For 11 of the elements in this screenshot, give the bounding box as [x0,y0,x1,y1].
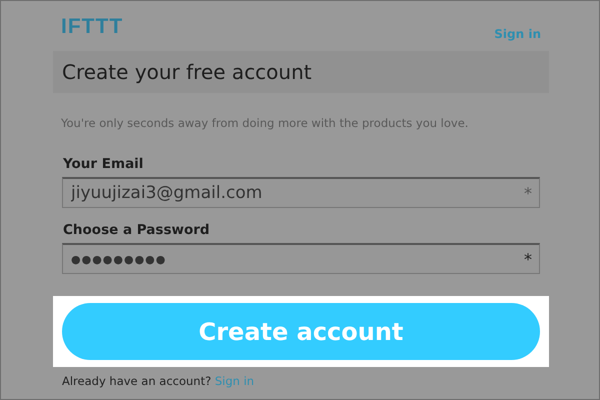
subtitle: You're only seconds away from doing more with the products you love. [61,114,470,132]
required-mark: * [524,249,532,272]
required-mark: * [524,183,532,205]
footer-text: Already have an account? Sign in [62,373,256,390]
sign-in-link[interactable]: Sign in [494,24,541,42]
create-account-button[interactable]: Create account [62,303,540,360]
sign-in-link[interactable]: Sign in [214,374,254,388]
page-heading: Create your free account [53,50,549,92]
field-label: Your Email [63,154,144,174]
field-label: Choose a Password [63,221,211,240]
logo: IFTTT [61,14,124,40]
